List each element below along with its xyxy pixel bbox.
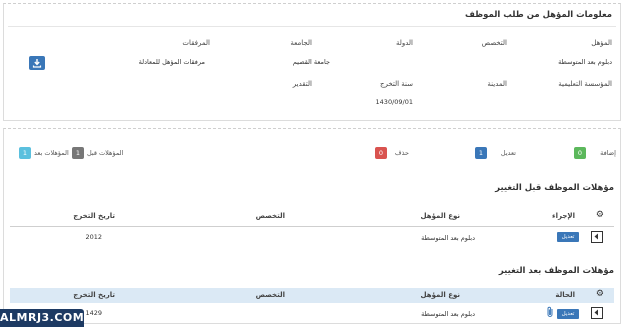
col-type: نوع المؤهل <box>420 291 460 299</box>
status-edit-badge[interactable]: تعديل <box>557 309 579 319</box>
col-type: نوع المؤهل <box>420 212 460 220</box>
section-title-before: مؤهلات الموظف قبل التغيير <box>495 183 614 193</box>
legend-delete-label: حذف <box>394 149 409 157</box>
label-attachments: المرفقات <box>182 39 210 47</box>
col-specialization: التخصص <box>255 291 285 299</box>
qualification-changes-panel: 0 إضافة 1 تعديل 0 حذف 1 المؤهلات قبل 1 ا… <box>3 128 621 324</box>
table-header-divider <box>10 226 614 227</box>
badge-delete-count: 0 <box>375 147 387 159</box>
label-grade: التقدير <box>292 80 312 88</box>
badge-add-count: 0 <box>574 147 586 159</box>
value-qualification: دبلوم بعد المتوسطة <box>558 58 612 66</box>
label-qualification: المؤهل <box>591 39 612 47</box>
badge-after-count: 1 <box>19 147 31 159</box>
cell-graduation-date: 2012 <box>85 233 102 241</box>
value-university: جامعة القصيم <box>292 58 330 66</box>
cell-type: دبلوم بعد المتوسطة <box>421 234 475 242</box>
paperclip-icon[interactable] <box>545 306 555 320</box>
site-watermark: ALMRJ3.COM <box>0 309 84 327</box>
value-attachments: مرفقات المؤهل للمعادلة <box>138 58 205 66</box>
col-graduation-date: تاريخ التخرج <box>73 291 115 299</box>
legend-edit-label: تعديل <box>500 149 516 157</box>
label-institution: المؤسسة التعليمية <box>558 80 612 88</box>
cell-type: دبلوم بعد المتوسطة <box>421 310 475 318</box>
value-graduation-year: 1430/09/01 <box>375 98 413 106</box>
legend-before-label: المؤهلات قبل <box>87 149 124 157</box>
label-specialization: التخصص <box>481 39 507 47</box>
badge-before-count: 1 <box>72 147 84 159</box>
badge-edit-count: 1 <box>475 147 487 159</box>
section-title-after: مؤهلات الموظف بعد التغيير <box>498 266 614 276</box>
label-university: الجامعة <box>290 39 312 47</box>
col-status: الحالة <box>555 291 575 299</box>
col-specialization: التخصص <box>255 212 285 220</box>
legend-after-label: المؤهلات بعد <box>34 149 69 157</box>
legend-add-label: إضافة <box>600 149 616 157</box>
edit-row-button[interactable]: تعديل <box>557 232 579 242</box>
col-graduation-date: تاريخ التخرج <box>73 212 115 220</box>
label-city: المدينة <box>487 80 507 88</box>
label-graduation-year: سنة التخرج <box>379 80 413 88</box>
download-attachment-button[interactable] <box>29 56 45 70</box>
gear-icon[interactable]: ⚙ <box>596 289 604 299</box>
qualification-info-panel: معلومات المؤهل من طلب الموظف المؤهل التخ… <box>3 3 621 121</box>
col-action: الإجراء <box>552 212 575 220</box>
section-title-info: معلومات المؤهل من طلب الموظف <box>465 10 612 20</box>
expand-row-icon[interactable] <box>591 231 603 243</box>
expand-row-icon[interactable] <box>591 307 603 319</box>
cell-graduation-date: 1429 <box>85 309 102 317</box>
gear-icon[interactable]: ⚙ <box>596 210 604 220</box>
divider <box>8 26 616 27</box>
label-country: الدولة <box>395 39 413 47</box>
download-icon <box>32 59 42 68</box>
